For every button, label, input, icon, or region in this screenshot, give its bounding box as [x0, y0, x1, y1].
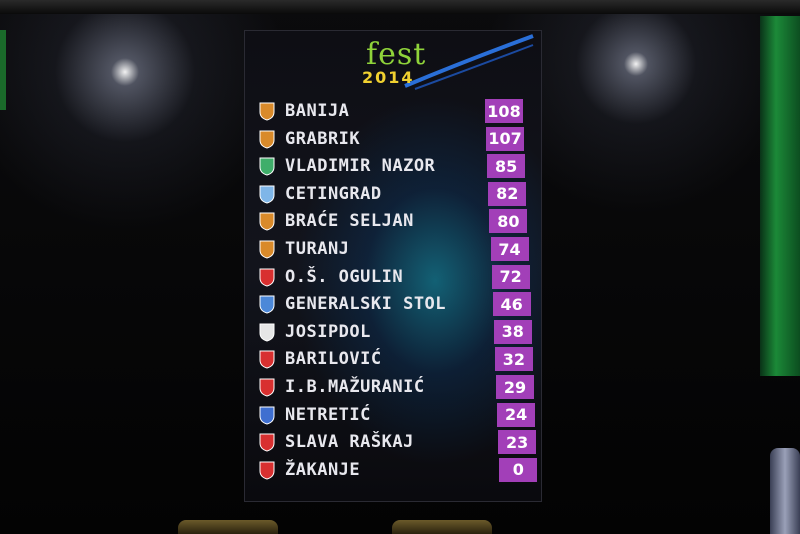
team-name: TURANJ	[285, 239, 350, 259]
scoreboard-row: BRAĆE SELJAN 80	[259, 209, 541, 235]
team-points: 24	[497, 402, 536, 427]
stool	[392, 520, 492, 534]
coat-of-arms-icon	[259, 295, 275, 314]
scoreboard-row: CETINGRAD 82	[259, 181, 541, 208]
team-points: 108	[485, 99, 523, 123]
lighting-truss	[0, 0, 800, 14]
team-points: 38	[493, 319, 532, 344]
team-name: GENERALSKI STOL	[285, 294, 447, 315]
coat-of-arms-icon	[259, 157, 275, 176]
scoreboard-row: VLADIMIR NAZOR 85	[259, 154, 541, 180]
coat-of-arms-icon	[259, 406, 275, 425]
team-points: 72	[491, 264, 530, 289]
team-name: BRAĆE SELJAN	[285, 211, 414, 232]
trophy	[770, 448, 800, 534]
coat-of-arms-icon	[259, 323, 275, 342]
scoreboard-row: GRABRIK 107	[259, 126, 541, 153]
scoreboard-row: TURANJ 74	[259, 237, 541, 263]
team-name: NETRETIĆ	[285, 404, 371, 425]
scoreboard-row: BANIJA 108	[259, 99, 541, 125]
scoreboard-row: I.B.MAŽURANIĆ 29	[259, 375, 541, 401]
team-points: 85	[487, 154, 526, 179]
scoreboard-row: BARILOVIĆ 32	[259, 347, 541, 373]
team-name: VLADIMIR NAZOR	[285, 156, 436, 177]
team-points: 107	[486, 126, 525, 151]
team-points: 74	[490, 237, 529, 261]
stage-light-panel-left	[0, 30, 6, 110]
team-name: BANIJA	[285, 101, 350, 121]
logo-word: fest	[366, 37, 427, 72]
team-name: SLAVA RAŠKAJ	[285, 432, 414, 453]
coat-of-arms-icon	[259, 433, 275, 452]
team-name: CETINGRAD	[285, 183, 382, 204]
scoreboard-row: NETRETIĆ 24	[259, 402, 541, 429]
fest-logo: fest 2014	[360, 37, 450, 89]
stage-light-panel-right	[760, 16, 800, 376]
team-points: 23	[498, 430, 537, 455]
team-points: 0	[499, 457, 538, 482]
coat-of-arms-icon	[259, 350, 275, 369]
coat-of-arms-icon	[259, 185, 275, 204]
team-name: O.Š. OGULIN	[285, 266, 404, 287]
coat-of-arms-icon	[259, 102, 275, 121]
coat-of-arms-icon	[259, 378, 275, 397]
team-points: 32	[494, 347, 533, 372]
scoreboard-row: O.Š. OGULIN 72	[259, 264, 541, 291]
logo-year: 2014	[362, 68, 415, 87]
team-points: 29	[496, 375, 534, 399]
coat-of-arms-icon	[259, 240, 275, 259]
led-scoreboard: fest 2014 BANIJA 108 GRABRIK 107 VLADIMIR NA…	[244, 30, 542, 502]
coat-of-arms-icon	[259, 461, 275, 480]
team-points: 82	[488, 181, 527, 206]
scoreboard-row: GENERALSKI STOL 46	[259, 292, 541, 318]
team-points: 80	[489, 209, 528, 234]
scoreboard-row: ŽAKANJE 0	[259, 457, 541, 484]
coat-of-arms-icon	[259, 268, 275, 287]
scoreboard-row: SLAVA RAŠKAJ 23	[259, 430, 541, 456]
team-name: ŽAKANJE	[285, 459, 361, 480]
coat-of-arms-icon	[259, 130, 275, 149]
team-name: I.B.MAŽURANIĆ	[285, 377, 425, 397]
stool	[178, 520, 278, 534]
team-points: 46	[492, 292, 531, 317]
scoreboard-row: JOSIPDOL 38	[259, 319, 541, 346]
team-name: BARILOVIĆ	[285, 349, 382, 370]
team-name: JOSIPDOL	[285, 321, 371, 342]
team-name: GRABRIK	[285, 128, 361, 149]
coat-of-arms-icon	[259, 212, 275, 231]
